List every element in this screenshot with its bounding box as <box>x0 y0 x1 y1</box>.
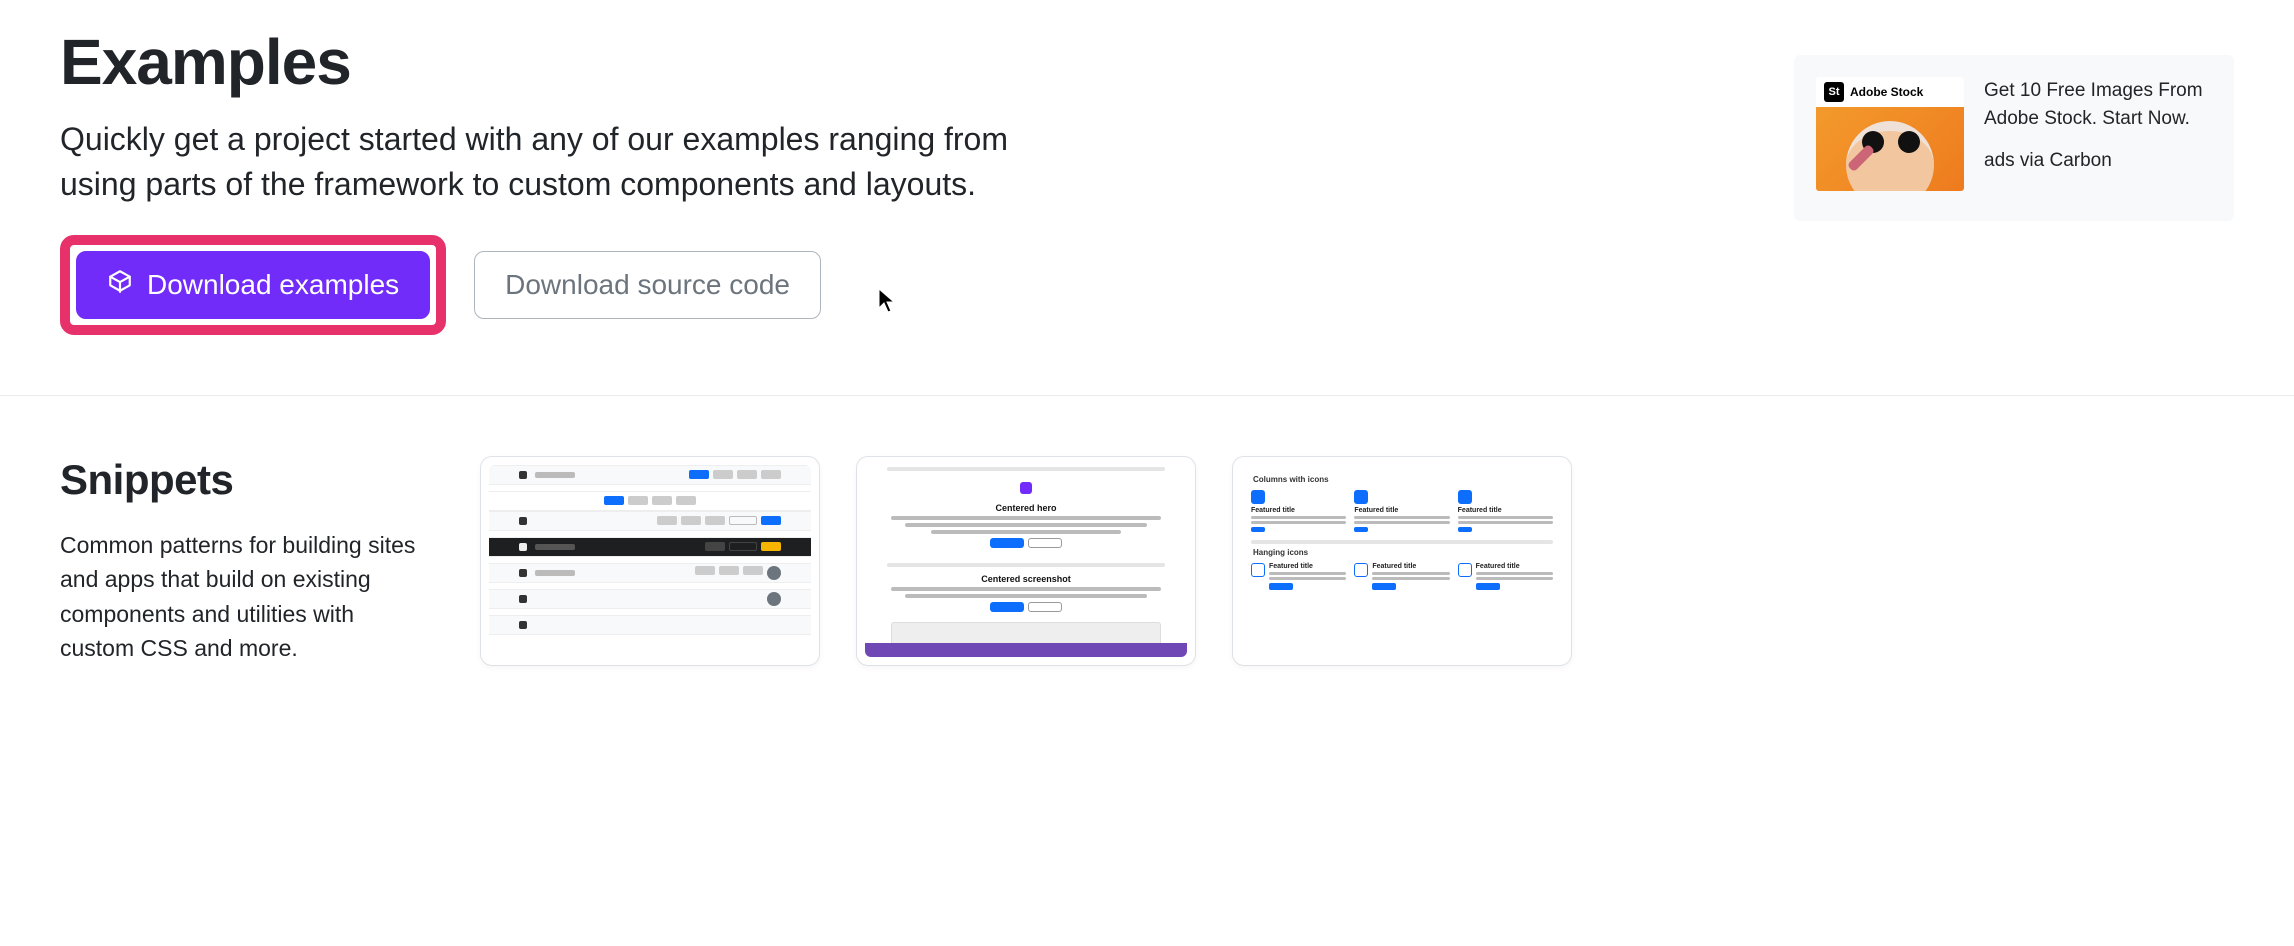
features-heading-1: Columns with icons <box>1253 475 1553 484</box>
download-source-label: Download source code <box>505 269 790 301</box>
snippet-card-features[interactable]: Columns with icons Featured title Featur… <box>1232 456 1572 666</box>
features-heading-2: Hanging icons <box>1253 548 1553 557</box>
snippet-card-headers[interactable] <box>480 456 820 666</box>
page-lead: Quickly get a project started with any o… <box>60 117 1060 207</box>
download-examples-highlight: Download examples <box>60 235 446 335</box>
download-buttons: Download examples Download source code <box>60 235 1060 335</box>
ad-text: Get 10 Free Images From Adobe Stock. Sta… <box>1984 77 2212 132</box>
snippet-card-heroes[interactable]: Centered hero Centered screenshot <box>856 456 1196 666</box>
adobe-stock-label: Adobe Stock <box>1850 85 1923 99</box>
ad-image: St Adobe Stock <box>1816 77 1964 191</box>
hero-mini-heading-2: Centered screenshot <box>891 574 1161 584</box>
hero-mini-heading-1: Centered hero <box>891 503 1161 513</box>
download-examples-button[interactable]: Download examples <box>76 251 430 319</box>
page-title: Examples <box>60 25 1060 99</box>
snippet-cards: Centered hero Centered screenshot <box>480 456 2234 666</box>
adobe-stock-badge: St <box>1824 82 1844 102</box>
download-source-button[interactable]: Download source code <box>474 251 821 319</box>
box-icon <box>107 268 133 301</box>
download-examples-label: Download examples <box>147 269 399 301</box>
carbon-ad[interactable]: St Adobe Stock Get 10 Free Images From A… <box>1794 55 2234 221</box>
snippets-title: Snippets <box>60 456 420 504</box>
ad-attribution: ads via Carbon <box>1984 150 2212 172</box>
snippets-lead: Common patterns for building sites and a… <box>60 528 420 666</box>
